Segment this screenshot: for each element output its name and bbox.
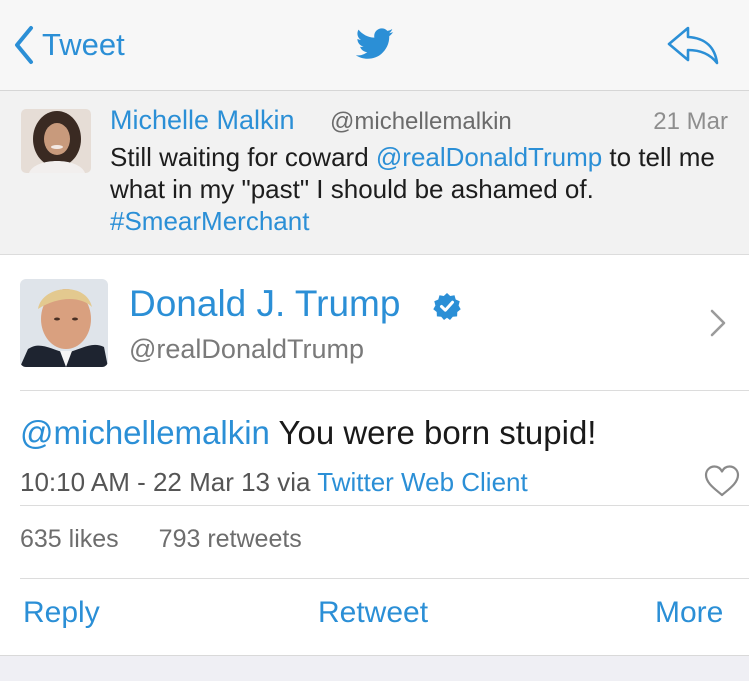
retweet-button[interactable]: Retweet: [318, 596, 428, 630]
parent-tweet-text: Still waiting for coward @realDonaldTrum…: [110, 141, 720, 237]
reply-button[interactable]: Reply: [23, 596, 100, 630]
more-button[interactable]: More: [655, 596, 723, 630]
likes-count[interactable]: 635 likes: [20, 525, 119, 553]
avatar[interactable]: [21, 109, 91, 173]
author-handle: @realDonaldTrump: [129, 334, 364, 364]
parent-text-part: Still waiting for coward: [110, 142, 376, 172]
back-button[interactable]: Tweet: [14, 22, 125, 68]
tweet-body: You were born stupid!: [269, 414, 597, 451]
retweets-count[interactable]: 793 retweets: [159, 525, 302, 553]
divider: [20, 578, 749, 579]
avatar[interactable]: [20, 279, 108, 367]
divider: [20, 505, 749, 506]
hashtag-link[interactable]: #SmearMerchant: [110, 206, 309, 236]
bottom-strip: [0, 655, 749, 681]
tweet-timestamp: 10:10 AM - 22 Mar 13 via: [20, 467, 318, 497]
heart-icon[interactable]: [703, 464, 741, 498]
chevron-right-icon[interactable]: [710, 309, 726, 337]
parent-author-name[interactable]: Michelle Malkin: [110, 105, 295, 136]
parent-tweet[interactable]: Michelle Malkin @michellemalkin 21 Mar S…: [0, 91, 749, 255]
navigation-bar: Tweet: [0, 0, 749, 91]
divider: [20, 390, 749, 391]
client-link[interactable]: Twitter Web Client: [317, 467, 527, 497]
twitter-bird-icon: [356, 28, 394, 59]
verified-badge-icon: [433, 293, 461, 320]
parent-author-handle: @michellemalkin: [330, 108, 512, 135]
chevron-left-icon: [15, 26, 33, 64]
tweet-text: @michellemalkin You were born stupid!: [20, 414, 596, 452]
tweet-stats: 635 likes 793 retweets: [20, 525, 342, 554]
mention-link[interactable]: @michellemalkin: [20, 414, 270, 451]
reply-arrow-icon[interactable]: [666, 24, 720, 66]
mention-link[interactable]: @realDonaldTrump: [376, 142, 602, 172]
author-profile-row[interactable]: Donald J. Trump @realDonaldTrump: [0, 255, 749, 390]
author-name[interactable]: Donald J. Trump: [129, 283, 400, 325]
tweet-meta: 10:10 AM - 22 Mar 13 via Twitter Web Cli…: [20, 467, 528, 498]
parent-tweet-date: 21 Mar: [653, 108, 728, 135]
back-label: Tweet: [42, 27, 125, 62]
